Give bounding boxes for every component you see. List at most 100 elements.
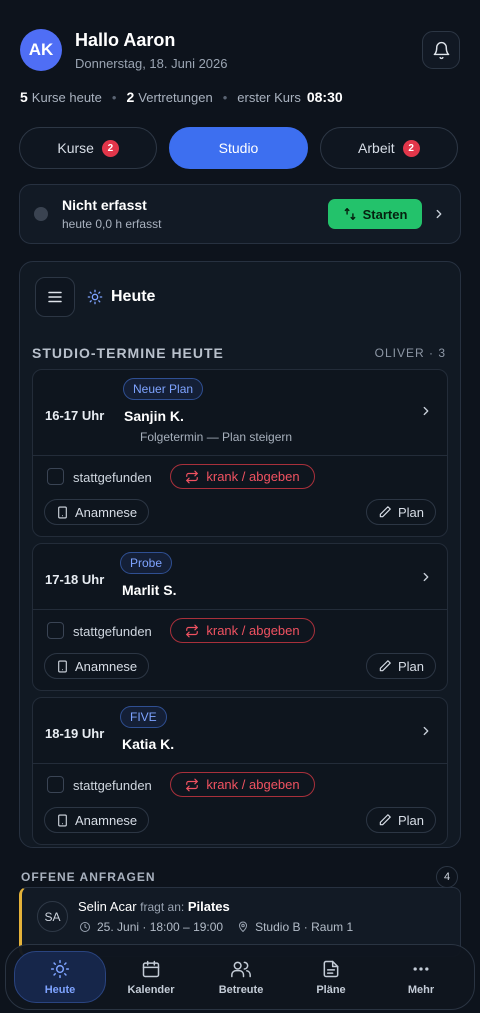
appointment-tag: Probe xyxy=(120,552,173,574)
nav-kalender[interactable]: Kalender xyxy=(106,951,196,1003)
nav-heute[interactable]: Heute xyxy=(14,951,106,1003)
users-icon xyxy=(230,959,252,979)
clock-icon xyxy=(79,921,91,933)
appointment-header[interactable]: 17-18 Uhr Probe Marlit S. xyxy=(33,544,447,610)
header: AK Hallo Aaron Donnerstag, 18. Juni 2026 xyxy=(20,24,460,76)
plan-button[interactable]: Plan xyxy=(365,499,436,525)
sick-handover-button[interactable]: krank / abgeben xyxy=(170,772,315,797)
nav-mehr[interactable]: Mehr xyxy=(376,951,466,1003)
attended-checkbox[interactable] xyxy=(47,622,64,639)
request-time: 25. Juni · 18:00 – 19:00 xyxy=(97,920,224,934)
nav-betreute[interactable]: Betreute xyxy=(196,951,286,1003)
appointment-actions: stattgefunden krank / abgeben Anamnese P… xyxy=(33,456,447,536)
anamnese-label: Anamnese xyxy=(75,658,138,674)
appointment-note: Folgetermin — Plan steigern xyxy=(140,430,293,444)
requester-name: Selin Acar xyxy=(78,899,137,914)
chevron-right-icon[interactable] xyxy=(419,404,433,418)
sun-icon xyxy=(87,289,103,305)
first-course-label: erster Kurs xyxy=(237,89,301,105)
nav-label: Mehr xyxy=(407,983,435,996)
first-course-time: 08:30 xyxy=(306,89,343,105)
tracker-hours: heute 0,0 h erfasst xyxy=(62,217,162,231)
calendar-icon xyxy=(141,959,161,979)
day-stats: 5 Kurse heute • 2 Vertretungen • erster … xyxy=(20,89,347,105)
today-panel: Heute STUDIO-TERMINE HEUTE OLIVER · 3 16… xyxy=(19,261,461,848)
tab-label: Studio xyxy=(218,140,259,156)
attended-checkbox[interactable] xyxy=(47,776,64,793)
appointment-time: 16-17 Uhr xyxy=(45,408,105,423)
request-location: Studio B · Raum 1 xyxy=(255,920,354,934)
substitutions-count: 2 xyxy=(126,89,135,105)
anamnese-button[interactable]: Anamnese xyxy=(44,499,150,525)
bell-icon xyxy=(432,41,451,60)
appointment-tag: FIVE xyxy=(120,706,167,728)
tab-label: Kurse xyxy=(57,140,94,156)
location-pin-icon xyxy=(237,921,249,933)
separator-dot: • xyxy=(222,89,228,105)
swap-icon xyxy=(185,778,199,792)
attended-checkbox[interactable] xyxy=(47,468,64,485)
client-name: Marlit S. xyxy=(122,582,177,598)
sick-handover-button[interactable]: krank / abgeben xyxy=(170,618,315,643)
activity-icon xyxy=(343,207,357,221)
avatar: SA xyxy=(37,901,68,932)
nav-label: Kalender xyxy=(127,983,175,996)
appointment-header[interactable]: 16-17 Uhr Neuer Plan Sanjin K. Folgeterm… xyxy=(33,370,447,456)
sick-label: krank / abgeben xyxy=(206,623,300,638)
menu-button[interactable] xyxy=(35,277,75,317)
start-tracking-button[interactable]: Starten xyxy=(328,199,422,229)
plan-button[interactable]: Plan xyxy=(365,807,436,833)
notifications-button[interactable] xyxy=(422,31,460,69)
substitutions-label: Vertretungen xyxy=(138,89,213,105)
greeting-title: Hallo Aaron xyxy=(75,29,176,50)
appointment-header[interactable]: 18-19 Uhr FIVE Katia K. xyxy=(33,698,447,764)
anamnese-button[interactable]: Anamnese xyxy=(44,653,150,679)
tablet-icon xyxy=(56,814,69,827)
open-requests-header: OFFENE ANFRAGEN 4 xyxy=(21,866,458,888)
sick-handover-button[interactable]: krank / abgeben xyxy=(170,464,315,489)
tab-studio[interactable]: Studio xyxy=(169,127,308,169)
plan-button[interactable]: Plan xyxy=(365,653,436,679)
request-verb: fragt an: xyxy=(140,900,185,914)
tab-arbeit[interactable]: Arbeit 2 xyxy=(319,127,458,169)
chevron-right-icon[interactable] xyxy=(419,570,433,584)
hamburger-icon xyxy=(46,288,64,306)
anamnese-button[interactable]: Anamnese xyxy=(44,807,150,833)
tracker-text: Nicht erfasst heute 0,0 h erfasst xyxy=(62,197,328,231)
attended-label: stattgefunden xyxy=(73,778,152,793)
request-details: 25. Juni · 18:00 – 19:00 Studio B · Raum… xyxy=(79,920,353,934)
separator-dot: • xyxy=(111,89,117,105)
avatar[interactable]: AK xyxy=(20,29,62,71)
client-name: Sanjin K. xyxy=(124,408,184,424)
time-tracker: Nicht erfasst heute 0,0 h erfasst Starte… xyxy=(19,184,461,244)
start-label: Starten xyxy=(362,206,408,222)
pencil-icon xyxy=(378,813,392,827)
document-icon xyxy=(321,959,341,979)
tab-kurse[interactable]: Kurse 2 xyxy=(19,127,158,169)
appointment-actions: stattgefunden krank / abgeben Anamnese P… xyxy=(33,610,447,690)
anamnese-label: Anamnese xyxy=(75,812,138,828)
panel-header: Heute xyxy=(35,277,155,317)
appointment-tag: Neuer Plan xyxy=(123,378,204,400)
attended-label: stattgefunden xyxy=(73,624,152,639)
current-date: Donnerstag, 18. Juni 2026 xyxy=(75,55,228,71)
section-header: STUDIO-TERMINE HEUTE OLIVER · 3 xyxy=(32,345,446,361)
chevron-right-icon[interactable] xyxy=(432,207,446,221)
nav-label: Pläne xyxy=(316,983,346,996)
greeting-block: Hallo Aaron Donnerstag, 18. Juni 2026 xyxy=(75,30,422,71)
nav-label: Heute xyxy=(44,983,76,996)
pencil-icon xyxy=(378,659,392,673)
swap-icon xyxy=(185,470,199,484)
plan-label: Plan xyxy=(397,812,424,828)
chevron-right-icon[interactable] xyxy=(419,724,433,738)
nav-plaene[interactable]: Pläne xyxy=(286,951,376,1003)
trainer-count: OLIVER · 3 xyxy=(374,346,446,360)
tab-badge: 2 xyxy=(101,139,119,157)
bottom-navigation: Heute Kalender Betreute Pläne Mehr xyxy=(5,944,475,1010)
appointment-card: 18-19 Uhr FIVE Katia K. stattgefunden kr… xyxy=(32,697,448,845)
appointment-time: 18-19 Uhr xyxy=(45,726,105,741)
tracking-status-dot xyxy=(34,207,48,221)
sick-label: krank / abgeben xyxy=(206,777,300,792)
tab-label: Arbeit xyxy=(358,140,395,156)
plan-label: Plan xyxy=(397,658,424,674)
